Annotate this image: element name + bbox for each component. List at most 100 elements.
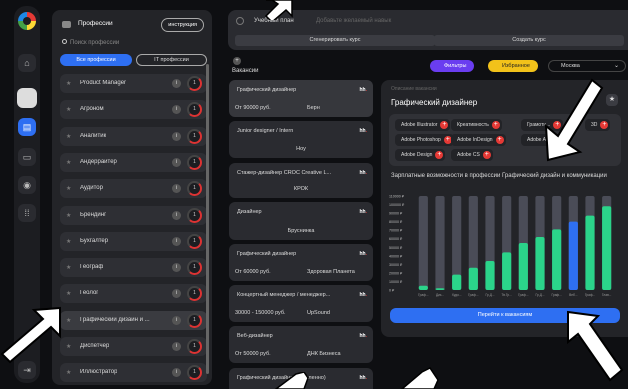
profession-item[interactable]: ★ Географ i 1 <box>60 258 207 278</box>
vacancy-card[interactable]: Концертный менеджер / менеджер... hh. 3000… <box>229 285 373 322</box>
arrow-annotation <box>0 306 61 364</box>
progress-ring: 1 <box>187 233 202 249</box>
vacancy-company: Бруснинка <box>287 228 315 234</box>
salary-bar[interactable] <box>535 237 545 290</box>
star-icon[interactable]: ★ <box>66 106 71 113</box>
star-icon[interactable]: ★ <box>66 212 71 219</box>
vacancy-title: Стажер-дизайнер CROC Creative L... <box>237 170 332 176</box>
profession-item[interactable]: ★ Агроном i 1 <box>60 100 207 120</box>
profession-item[interactable]: ★ Геолог i 1 <box>60 284 207 304</box>
profession-item[interactable]: ★ Брендинг i 1 <box>60 205 207 225</box>
instructions-button[interactable]: инструкция <box>161 18 204 32</box>
salary-bar[interactable] <box>552 229 562 290</box>
salary-bar[interactable] <box>502 252 512 290</box>
vacancy-card[interactable]: Дизайнер hh. Бруснинка <box>229 202 373 240</box>
salary-bar[interactable] <box>418 285 428 290</box>
vacancy-title: Графический дизайнер <box>237 251 297 257</box>
progress-ring: 1 <box>187 339 202 354</box>
profession-item[interactable]: ★ Бухгалтер i 1 <box>60 231 207 251</box>
salary-bar[interactable] <box>568 221 578 290</box>
bar-track <box>435 196 445 290</box>
search-placeholder: Поиск профессии <box>70 40 120 46</box>
info-icon[interactable]: i <box>172 157 181 167</box>
professions-scrollbar[interactable] <box>206 64 209 374</box>
city-select[interactable]: Москва ⌄ <box>548 60 626 72</box>
info-icon[interactable]: i <box>172 131 181 141</box>
vacancy-card[interactable]: Графический дизайнер hh. От 60000 руб. Здор… <box>229 244 373 281</box>
filters-label: Фильтры <box>444 63 467 69</box>
plan-toggle[interactable] <box>236 17 244 25</box>
profession-item[interactable]: ★ Аудитор i 1 <box>60 179 207 199</box>
create-course-button[interactable]: Создать курс <box>434 35 624 46</box>
avatar[interactable] <box>17 88 37 108</box>
salary-bar[interactable] <box>518 243 528 290</box>
home-icon[interactable]: ⌂ <box>18 54 36 72</box>
skill-tag[interactable]: Adobe InDesign <box>451 134 506 146</box>
star-icon[interactable]: ★ <box>66 185 71 192</box>
info-icon[interactable]: i <box>172 236 181 246</box>
info-icon[interactable]: i <box>172 315 181 325</box>
info-icon[interactable]: i <box>172 342 181 351</box>
star-icon[interactable]: ★ <box>66 159 71 166</box>
skill-tag[interactable]: Adobe Design <box>395 149 446 161</box>
star-icon[interactable]: ★ <box>66 290 71 297</box>
vacancy-card[interactable]: Стажер-дизайнер CROC Creative L... hh. КРО… <box>229 163 373 198</box>
chat-icon[interactable]: ▭ <box>18 148 36 166</box>
info-icon[interactable]: i <box>172 184 181 194</box>
profession-item[interactable]: ★ Графический дизайн и ... i 1 <box>60 310 207 330</box>
star-icon[interactable]: ★ <box>66 80 71 87</box>
y-tick-label: 30000 ₽ <box>389 263 403 267</box>
add-vacancy-button[interactable]: + <box>233 57 241 65</box>
profession-item[interactable]: ★ Аналитик i 1 <box>60 126 207 146</box>
vacancy-card[interactable]: Графический дизайнер hh. От 90000 руб. Берн <box>229 80 373 117</box>
skill-tag[interactable]: Adobe Illustrator <box>395 119 451 131</box>
skill-tag[interactable]: Креативность <box>451 119 502 131</box>
arrow-annotation <box>274 372 309 389</box>
info-icon[interactable]: i <box>172 105 181 115</box>
info-icon[interactable]: i <box>172 368 181 378</box>
filters-button[interactable]: Фильтры <box>430 60 475 72</box>
apps-icon[interactable]: ⁞⁞ <box>18 204 36 222</box>
profession-item[interactable]: ★ Иллюстратор i 1 <box>60 363 207 383</box>
vacancy-company: Берн <box>307 105 320 111</box>
logo[interactable] <box>18 12 36 30</box>
vacancy-salary: От 60000 руб. <box>235 269 271 275</box>
tab-it-professions[interactable]: IT профессии <box>136 54 207 66</box>
salary-bar[interactable] <box>602 206 612 290</box>
salary-bar[interactable] <box>468 267 478 290</box>
skill-tag[interactable]: Adobe Photoshop <box>395 134 454 146</box>
info-icon[interactable]: i <box>172 289 181 299</box>
profession-item[interactable]: ★ Диспетчер i 1 <box>60 337 207 356</box>
hh-logo: hh. <box>360 128 368 134</box>
star-icon[interactable]: ★ <box>66 317 71 324</box>
tab-all-professions[interactable]: Все профессии <box>60 54 132 66</box>
star-icon[interactable]: ★ <box>66 133 71 140</box>
profession-search-input[interactable]: Поиск профессии <box>62 39 119 46</box>
y-tick-label: 90000 ₽ <box>389 212 403 216</box>
vacancy-list: Графический дизайнер hh. От 90000 руб. Берн… <box>229 78 373 389</box>
info-icon[interactable]: i <box>172 210 181 220</box>
vacancy-card[interactable]: Веб-дизайнер hh. От 50000 руб. ДНК Бизнеса <box>229 326 373 363</box>
camera-icon[interactable]: ◉ <box>18 176 36 194</box>
salary-bar[interactable] <box>452 274 462 290</box>
profession-label: Андеррайтер <box>80 158 117 165</box>
salary-bar[interactable] <box>435 288 445 290</box>
info-icon[interactable]: i <box>172 263 181 273</box>
star-icon[interactable]: ★ <box>66 238 71 245</box>
profession-item[interactable]: ★ Андеррайтер i 1 <box>60 152 207 172</box>
star-icon[interactable]: ★ <box>606 94 618 106</box>
profession-item[interactable]: ★ Product Manager i 1 <box>60 74 207 93</box>
star-icon[interactable]: ★ <box>66 343 71 350</box>
salary-bar[interactable] <box>485 260 495 290</box>
generate-course-button[interactable]: Сгенерировать курс <box>235 35 435 46</box>
vacancy-card[interactable]: Junior designer / Intern hh. Hoy <box>229 121 373 158</box>
y-tick-label: 50000 ₽ <box>389 246 403 250</box>
document-icon[interactable]: ▤ <box>18 118 36 136</box>
favorites-button[interactable]: Избранное <box>488 60 538 72</box>
salary-bar[interactable] <box>585 215 595 290</box>
info-icon[interactable]: i <box>172 79 181 88</box>
skill-tag[interactable]: Adobe CS <box>451 149 493 161</box>
star-icon[interactable]: ★ <box>66 369 71 376</box>
star-icon[interactable]: ★ <box>66 264 71 271</box>
skill-input[interactable]: Добавьте желаемый навык <box>316 18 391 24</box>
